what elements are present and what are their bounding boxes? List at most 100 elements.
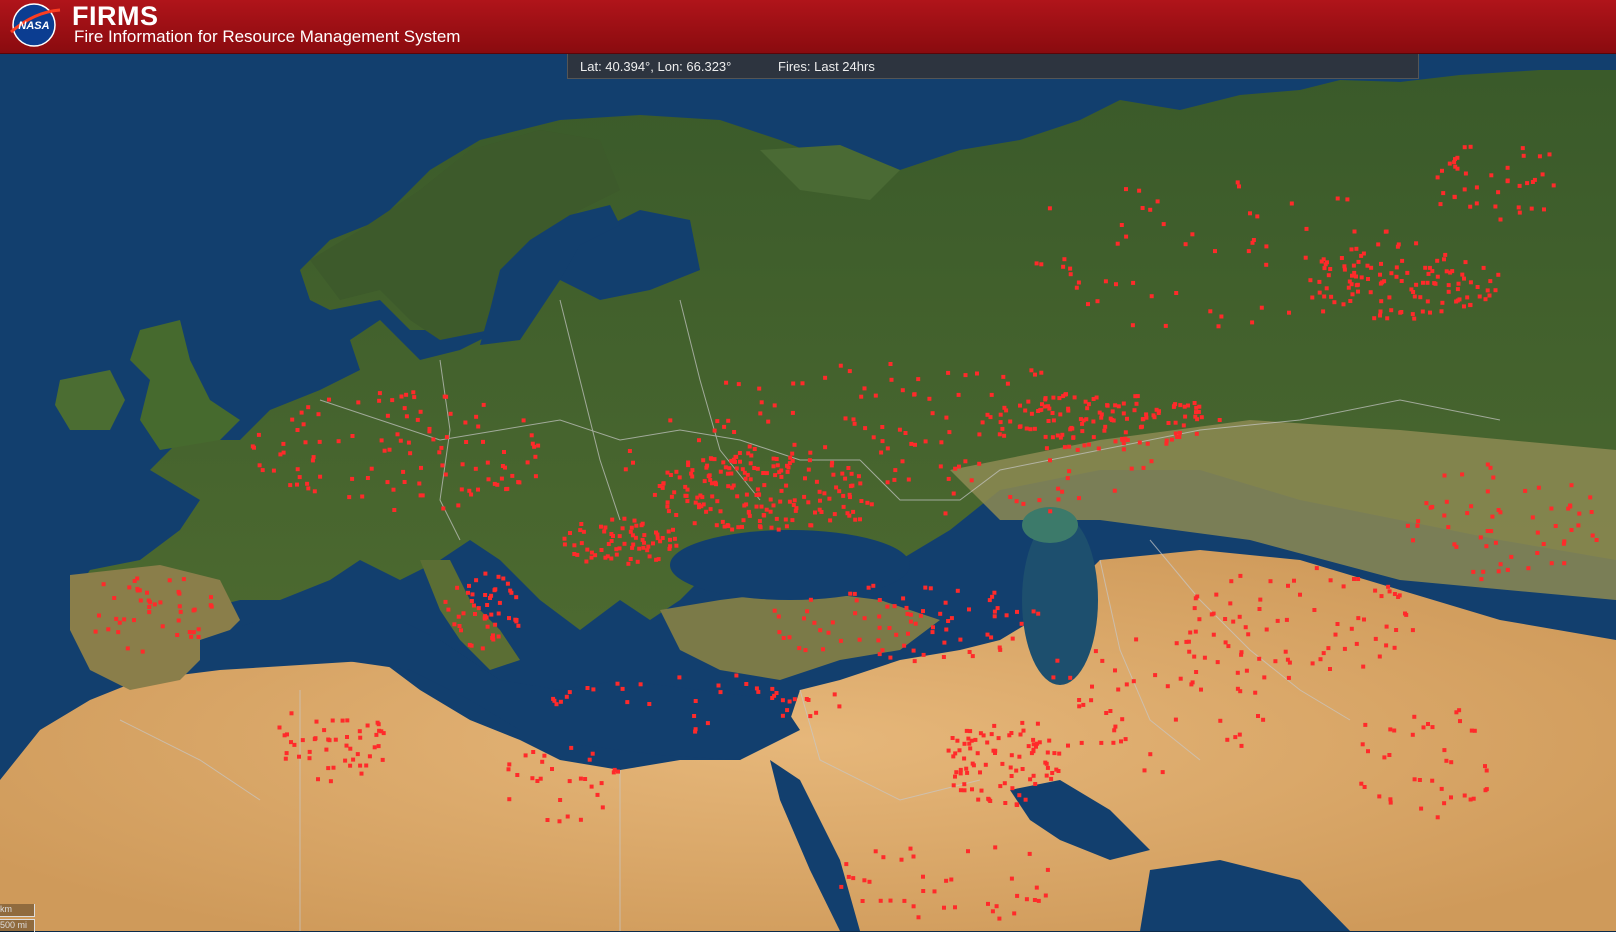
fire-point (721, 460, 726, 465)
fire-point (880, 439, 885, 444)
fire-point (532, 444, 537, 449)
fire-point (481, 439, 485, 444)
fire-point (1540, 172, 1545, 177)
fire-point (1161, 222, 1166, 227)
fire-point (167, 578, 172, 583)
map-info-bar: Lat: 40.394°, Lon: 66.323° Fires: Last 2… (567, 54, 1419, 79)
fire-point (723, 465, 728, 470)
fire-point (1372, 316, 1377, 321)
nasa-logo[interactable]: NASA (8, 2, 62, 48)
fire-point (837, 489, 842, 494)
fire-point (374, 732, 379, 737)
fire-point (1243, 625, 1248, 630)
fire-point (1076, 280, 1081, 285)
fire-point (469, 643, 474, 648)
fire-point (740, 467, 745, 472)
fire-point (1342, 646, 1347, 651)
fire-point (941, 655, 946, 659)
fire-point (599, 524, 603, 529)
fire-point (853, 517, 858, 522)
fire-point (846, 874, 851, 879)
fire-point (1483, 297, 1488, 302)
fire-point (862, 386, 867, 391)
fire-point (469, 492, 474, 497)
fire-point (1023, 408, 1028, 413)
fire-point (1396, 595, 1401, 599)
fire-point (848, 591, 853, 596)
fire-point (830, 620, 835, 625)
fire-point (902, 898, 907, 903)
fire-point (857, 637, 862, 642)
fire-point (1588, 495, 1593, 500)
fire-point (714, 523, 719, 528)
fire-point (989, 635, 994, 640)
fire-point (975, 751, 980, 756)
fire-point (1235, 180, 1240, 185)
fire-point (444, 435, 449, 440)
fire-point (1134, 637, 1139, 642)
fire-point (1387, 753, 1392, 757)
fire-point (831, 472, 836, 477)
fire-point (993, 845, 998, 850)
fire-point (1005, 381, 1010, 386)
fire-point (1493, 540, 1498, 545)
fire-point (1082, 443, 1087, 448)
fire-point (1379, 594, 1384, 599)
fire-point (888, 362, 893, 366)
fire-point (485, 624, 490, 629)
fire-point (969, 478, 974, 483)
fire-point (1430, 504, 1435, 509)
fire-point (754, 504, 759, 509)
fire-point (585, 547, 590, 552)
fire-point (806, 698, 811, 702)
fire-point (990, 909, 995, 914)
fire-point (774, 457, 779, 461)
fire-map[interactable] (0, 54, 1616, 931)
fire-point (1178, 676, 1183, 681)
fire-point (600, 805, 605, 810)
fire-point (1478, 535, 1483, 540)
fire-point (514, 619, 519, 624)
fire-point (660, 536, 665, 540)
fire-point (1002, 405, 1007, 410)
fire-point (350, 476, 355, 481)
landmass-ireland (55, 370, 125, 430)
fire-point (587, 757, 592, 762)
fire-point (1378, 309, 1383, 314)
fire-point (1183, 242, 1188, 247)
fire-point (1039, 370, 1044, 375)
fire-point (996, 736, 1001, 741)
fire-point (101, 582, 106, 587)
fire-point (955, 738, 960, 743)
fire-point (642, 533, 647, 538)
fire-point (1112, 488, 1117, 493)
fire-point (533, 454, 538, 459)
fire-point (1028, 427, 1033, 432)
fire-point (968, 746, 973, 751)
fire-point (899, 857, 904, 862)
fire-point (802, 494, 807, 499)
fire-point (1321, 309, 1326, 314)
fire-point (1051, 395, 1056, 400)
fire-point (365, 476, 370, 480)
fire-point (730, 527, 735, 532)
fires-time-filter[interactable]: Fires: Last 24hrs (778, 59, 875, 74)
fire-point (456, 503, 461, 508)
fire-point (1119, 739, 1123, 744)
fire-point (1258, 597, 1263, 602)
fire-point (1382, 755, 1387, 760)
fire-point (792, 498, 797, 503)
app-header: NASA FIRMS Fire Information for Resource… (0, 0, 1616, 54)
fire-point (1468, 204, 1473, 209)
fire-point (1348, 299, 1353, 303)
fire-point (326, 766, 331, 771)
fire-point (1553, 524, 1558, 528)
fire-point (828, 518, 833, 523)
fire-point (281, 441, 286, 446)
fire-point (359, 771, 364, 776)
fire-point (876, 638, 881, 643)
fire-point (633, 535, 638, 540)
fire-point (906, 631, 910, 636)
fire-point (1113, 439, 1118, 444)
fire-point (567, 690, 572, 695)
